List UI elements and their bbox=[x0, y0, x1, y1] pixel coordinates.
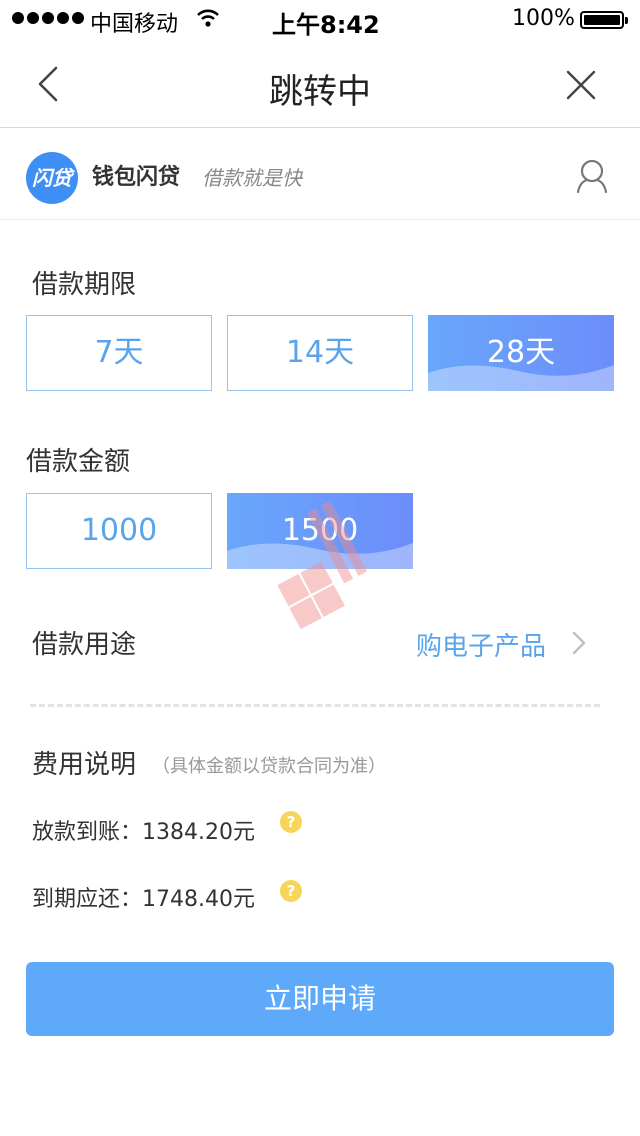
wifi-icon bbox=[197, 9, 219, 27]
repayment-row: 到期应还：1748.40元 bbox=[32, 881, 255, 913]
repayment-amount: 1748.40元 bbox=[142, 887, 255, 912]
signal-strength-icon bbox=[12, 12, 84, 24]
status-bar: 中国移动 上午8:42 100% bbox=[0, 0, 640, 40]
chevron-right-icon[interactable] bbox=[570, 630, 588, 656]
loan-purpose-value[interactable]: 购电子产品 bbox=[416, 626, 546, 663]
amount-option-1000[interactable]: 1000 bbox=[26, 493, 212, 569]
user-profile-icon[interactable] bbox=[574, 158, 610, 194]
disbursement-amount: 1384.20元 bbox=[142, 820, 255, 845]
term-option-14-days[interactable]: 14天 bbox=[227, 315, 413, 391]
term-option-28-days[interactable]: 28天 bbox=[428, 315, 614, 391]
page-title: 跳转中 bbox=[269, 72, 371, 112]
brand-slogan: 借款就是快 bbox=[202, 166, 302, 190]
help-icon[interactable]: ? bbox=[280, 811, 302, 833]
section-divider bbox=[30, 704, 600, 707]
repayment-label: 到期应还： bbox=[32, 887, 143, 912]
fee-section-title: 费用说明 bbox=[32, 750, 137, 780]
brand-header: 闪贷 钱包闪贷 借款就是快 bbox=[0, 128, 640, 220]
battery-icon bbox=[580, 11, 628, 29]
disbursement-row: 放款到账：1384.20元 bbox=[32, 814, 255, 846]
term-option-7-days[interactable]: 7天 bbox=[26, 315, 212, 391]
disbursement-label: 放款到账： bbox=[32, 820, 143, 845]
close-icon[interactable] bbox=[564, 68, 598, 102]
status-time: 上午8:42 bbox=[272, 11, 380, 39]
brand-name: 钱包闪贷 bbox=[92, 165, 181, 190]
navigation-bar: 跳转中 bbox=[0, 40, 640, 128]
carrier-name: 中国移动 bbox=[90, 12, 179, 37]
loan-term-label: 借款期限 bbox=[32, 270, 137, 300]
apply-now-button[interactable]: 立即申请 bbox=[26, 962, 614, 1036]
brand-logo: 闪贷 bbox=[26, 152, 78, 204]
help-icon[interactable]: ? bbox=[280, 880, 302, 902]
loan-purpose-label: 借款用途 bbox=[32, 630, 137, 660]
battery-percent: 100% bbox=[512, 6, 575, 31]
fee-note: （具体金额以贷款合同为准） bbox=[152, 756, 386, 777]
loan-amount-label: 借款金额 bbox=[26, 447, 131, 477]
